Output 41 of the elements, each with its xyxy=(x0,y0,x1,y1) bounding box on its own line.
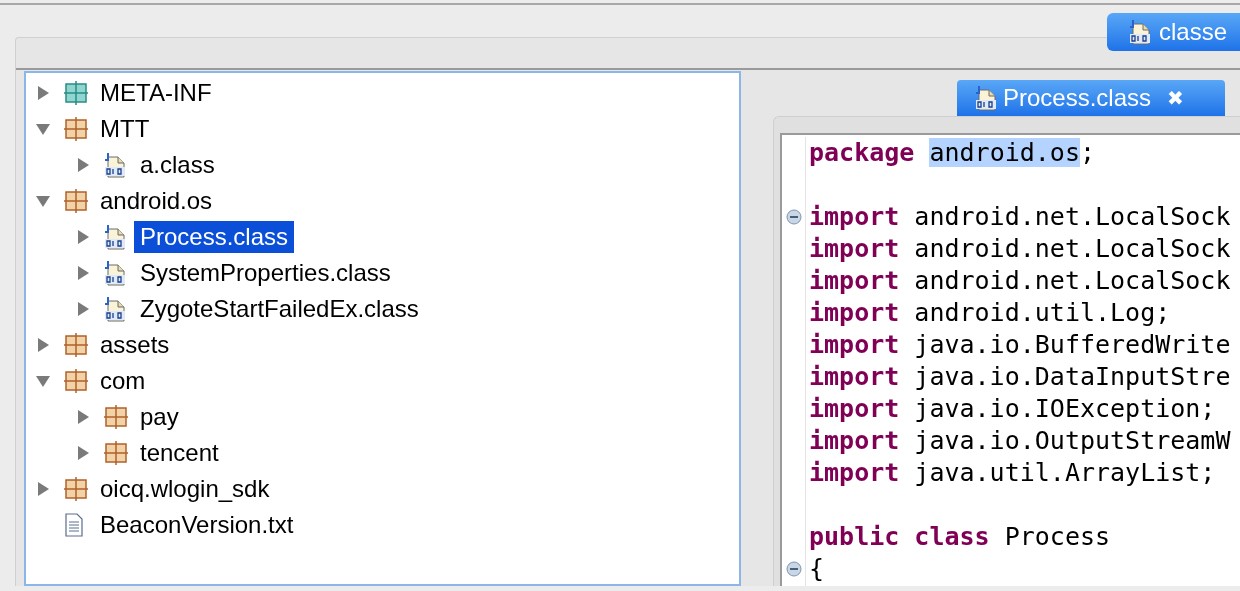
package-icon xyxy=(64,477,88,501)
tree-item[interactable]: tencent xyxy=(134,437,225,469)
tree-item[interactable]: android.os xyxy=(94,185,219,217)
code-line: import java.io.BufferedWrite xyxy=(809,330,1231,359)
code-line: { xyxy=(809,554,825,583)
package-icon xyxy=(64,369,88,393)
tree-item[interactable]: oicq.wlogin_sdk xyxy=(94,473,276,505)
binary-file-icon xyxy=(104,152,126,178)
package-icon xyxy=(104,441,128,465)
tree-item[interactable]: SystemProperties.class xyxy=(134,257,397,289)
code-line: import java.util.ArrayList; xyxy=(809,458,1216,487)
code-line: import java.io.IOException; xyxy=(809,394,1216,423)
code-line: import android.net.LocalSock xyxy=(809,202,1231,231)
tree-item[interactable]: ZygoteStartFailedEx.class xyxy=(134,293,425,325)
package-icon xyxy=(104,405,128,429)
collapse-icon[interactable] xyxy=(785,561,802,577)
code-line: import java.io.DataInputStre xyxy=(809,362,1231,391)
tree-item[interactable]: MTT xyxy=(94,113,156,145)
package-icon xyxy=(64,189,88,213)
binary-file-icon xyxy=(104,260,126,286)
code-line: import android.net.LocalSock xyxy=(809,266,1231,295)
code-line: import android.net.LocalSock xyxy=(809,234,1231,263)
tree-item[interactable]: BeaconVersion.txt xyxy=(94,509,300,541)
binary-file-icon xyxy=(975,85,997,111)
package-icon xyxy=(64,117,88,141)
tree-item[interactable]: a.class xyxy=(134,149,221,181)
package-icon xyxy=(64,81,88,105)
tree-item[interactable]: com xyxy=(94,365,152,397)
code-line: public class Process xyxy=(809,522,1111,551)
binary-file-icon xyxy=(104,296,126,322)
package-icon xyxy=(64,333,88,357)
binary-file-icon xyxy=(1129,19,1151,45)
code-line: import android.util.Log; xyxy=(809,298,1171,327)
tree-item[interactable]: pay xyxy=(134,401,185,433)
tree-item[interactable]: assets xyxy=(94,329,176,361)
collapse-icon[interactable] xyxy=(785,209,802,225)
text-file-icon xyxy=(64,513,84,537)
code-line: import java.io.OutputStreamW xyxy=(809,426,1231,455)
binary-file-icon xyxy=(104,224,126,250)
tree-item[interactable]: Process.class xyxy=(134,221,295,253)
tree-item[interactable]: META-INF xyxy=(94,77,218,109)
